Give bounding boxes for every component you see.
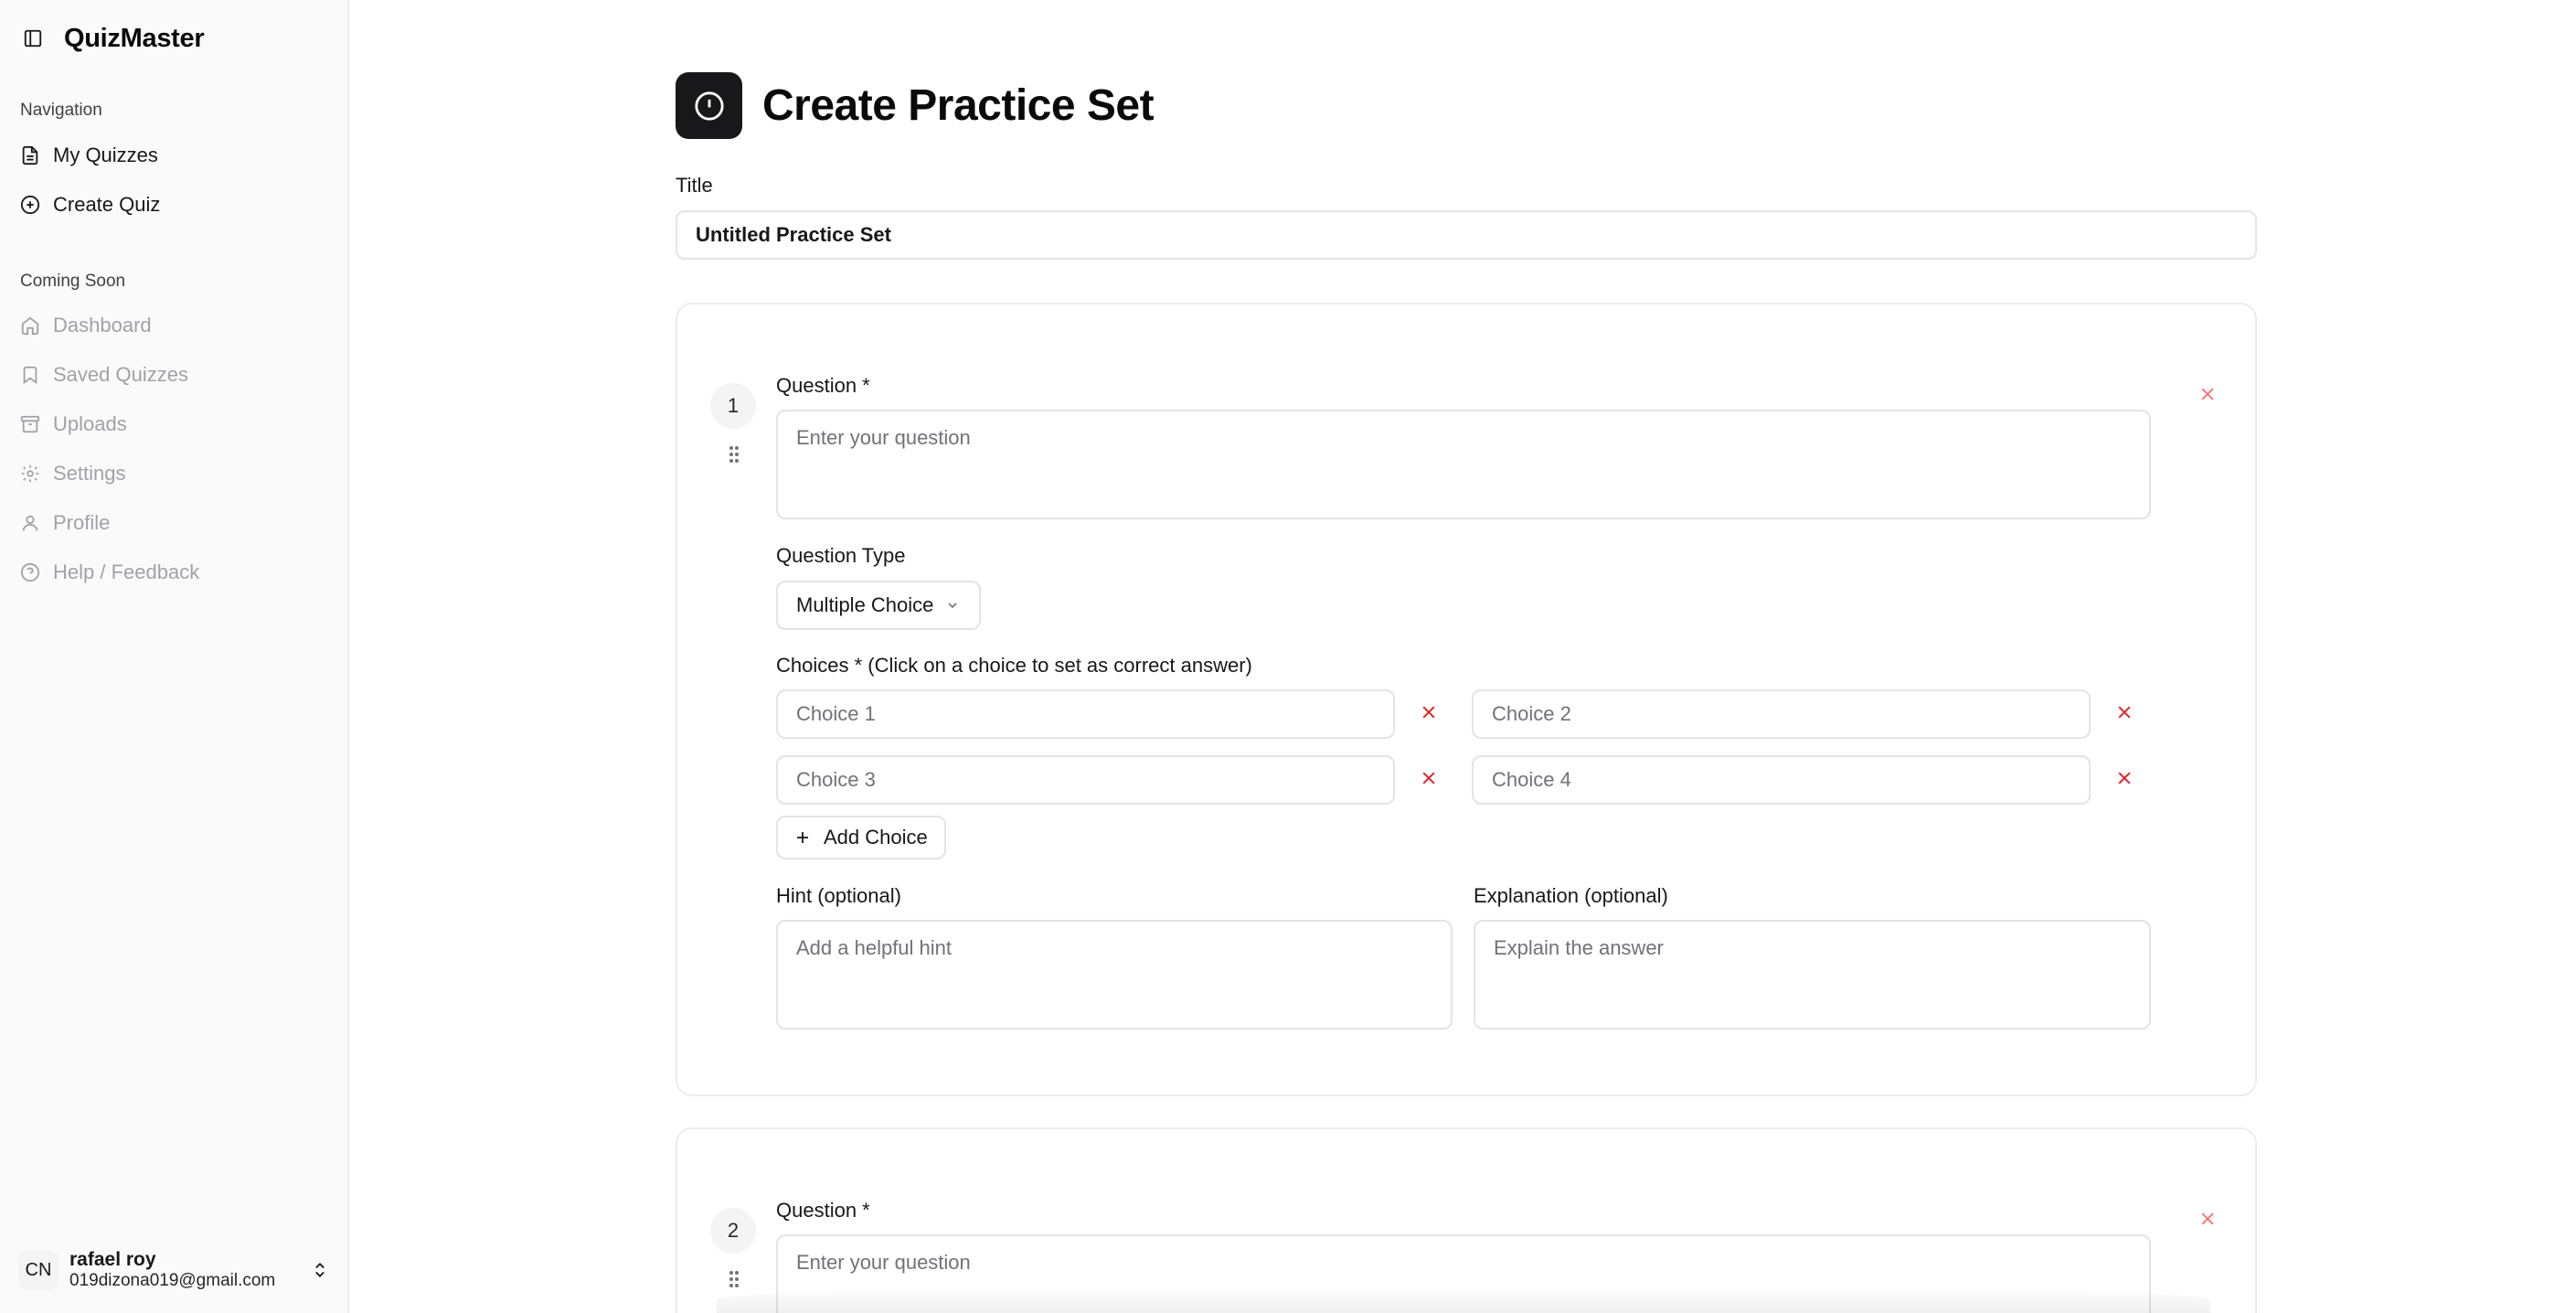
sidebar-item-help-feedback: Help / Feedback: [20, 551, 327, 593]
question-type-value: Multiple Choice: [796, 593, 934, 616]
chevron-down-icon: [944, 597, 961, 614]
sidebar-item-label: Settings: [53, 462, 126, 485]
choice-input[interactable]: Choice 3: [776, 755, 1395, 805]
bottom-shadow: [717, 1286, 2210, 1313]
sidebar-item-label: Help / Feedback: [53, 560, 200, 583]
archive-icon: [20, 414, 40, 434]
chevrons-up-down-icon: [309, 1259, 331, 1281]
document-icon: [20, 145, 40, 165]
plus-circle-icon: [20, 195, 40, 215]
sidebar-item-saved-quizzes: Saved Quizzes: [20, 354, 327, 396]
title-label: Title: [676, 174, 713, 197]
navigation-group-label: Navigation: [20, 101, 102, 120]
user-email: 019dizona019@gmail.com: [69, 1271, 276, 1291]
sidebar-item-profile: Profile: [20, 502, 327, 544]
choices-label: Choices * (Click on a choice to set as c…: [776, 654, 1252, 677]
home-icon: [20, 315, 40, 336]
remove-choice-icon[interactable]: [2113, 701, 2135, 723]
explanation-label: Explanation (optional): [1474, 884, 1668, 907]
sidebar-item-create-quiz[interactable]: Create Quiz: [20, 184, 327, 226]
remove-question-icon[interactable]: [2197, 383, 2219, 405]
sidebar-item-dashboard: Dashboard: [20, 304, 327, 347]
sidebar-item-label: Profile: [53, 511, 111, 534]
choice-input[interactable]: Choice 4: [1472, 755, 2091, 805]
hint-input[interactable]: Add a helpful hint: [776, 920, 1453, 1030]
sidebar-item-label: Create Quiz: [53, 193, 161, 216]
sidebar-item-label: My Quizzes: [53, 144, 158, 166]
sidebar-item-settings: Settings: [20, 453, 327, 495]
title-input[interactable]: Untitled Practice Set: [676, 210, 2257, 260]
user-info: rafael roy 019dizona019@gmail.com: [69, 1248, 309, 1292]
sidebar-item-label: Uploads: [53, 412, 127, 435]
sidebar-toggle-icon[interactable]: [22, 27, 44, 49]
user-menu[interactable]: CN rafael roy 019dizona019@gmail.com: [18, 1242, 331, 1298]
add-choice-label: Add Choice: [824, 826, 928, 849]
sidebar-item-label: Saved Quizzes: [53, 363, 188, 386]
add-choice-button[interactable]: Add Choice: [776, 816, 946, 859]
bookmark-icon: [20, 365, 40, 385]
user-icon: [20, 513, 40, 533]
page-title: Create Practice Set: [762, 81, 1155, 130]
avatar: CN: [18, 1250, 59, 1290]
plus-icon: [794, 829, 811, 846]
question-label: Question *: [776, 374, 870, 397]
remove-choice-icon[interactable]: [1418, 767, 1440, 789]
drag-handle-icon[interactable]: [725, 443, 743, 465]
help-circle-icon: [20, 562, 40, 582]
remove-choice-icon[interactable]: [2113, 767, 2135, 789]
question-type-label: Question Type: [776, 544, 906, 567]
question-label: Question *: [776, 1199, 870, 1222]
sidebar-item-my-quizzes[interactable]: My Quizzes: [20, 134, 327, 176]
user-name: rafael roy: [69, 1249, 156, 1270]
question-number: 2: [710, 1208, 756, 1254]
remove-choice-icon[interactable]: [1418, 701, 1440, 723]
gear-icon: [20, 464, 40, 484]
explanation-input[interactable]: Explain the answer: [1474, 920, 2151, 1030]
sidebar-header: QuizMaster: [22, 20, 205, 57]
remove-question-icon[interactable]: [2197, 1208, 2219, 1230]
drag-handle-icon[interactable]: [725, 1268, 743, 1290]
hint-label: Hint (optional): [776, 884, 901, 907]
choice-input[interactable]: Choice 1: [776, 689, 1395, 739]
app-title: QuizMaster: [64, 23, 205, 53]
choice-input[interactable]: Choice 2: [1472, 689, 2091, 739]
sidebar: QuizMaster Navigation My Quizzes Create …: [0, 0, 349, 1313]
coming-soon-group-label: Coming Soon: [20, 272, 126, 291]
question-number: 1: [710, 383, 756, 429]
page-header: Create Practice Set: [676, 72, 1155, 139]
question-input[interactable]: Enter your question: [776, 410, 2151, 519]
app: QuizMaster Navigation My Quizzes Create …: [0, 0, 2576, 1313]
main-content: Create Practice Set Title Untitled Pract…: [351, 0, 2576, 1313]
question-type-select[interactable]: Multiple Choice: [776, 581, 982, 630]
question-card: 1 Question * Enter your question Questio…: [676, 303, 2257, 1096]
alert-circle-icon: [676, 72, 742, 139]
sidebar-item-uploads: Uploads: [20, 403, 327, 445]
sidebar-item-label: Dashboard: [53, 314, 152, 336]
